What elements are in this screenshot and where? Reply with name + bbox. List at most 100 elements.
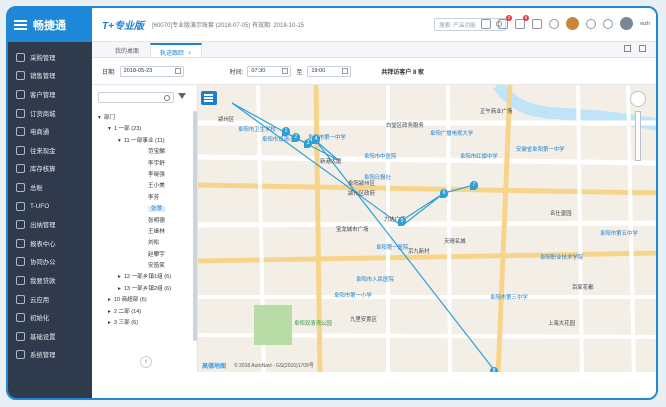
user-avatar[interactable]	[620, 17, 634, 30]
sidebar-item-label: 协同办公	[30, 259, 56, 267]
sidebar-item[interactable]: 云应用	[8, 290, 92, 309]
expand-icon[interactable]: ▸	[118, 274, 121, 280]
sidebar-item-label: 系统管理	[30, 352, 56, 360]
map-list-icon[interactable]	[201, 91, 217, 105]
zoom-slider[interactable]	[635, 111, 641, 161]
visit-marker[interactable]: 2	[292, 133, 300, 142]
tree-node[interactable]: 赵攀宇	[98, 250, 190, 261]
tree-node[interactable]: 李宇舒	[98, 159, 190, 170]
tree-node[interactable]: 张翠	[98, 204, 190, 215]
visit-marker[interactable]: 6	[440, 189, 448, 198]
sidebar-item[interactable]: 往来现金	[8, 141, 92, 160]
date-field[interactable]: 2018-05-23	[119, 65, 184, 77]
module-icon	[16, 220, 25, 230]
sidebar-item[interactable]: 报表中心	[8, 234, 92, 253]
calendar-icon[interactable]	[174, 68, 181, 74]
tab-track[interactable]: 轨迹跟踪 ×	[150, 43, 202, 57]
expand-icon[interactable]: ▾	[108, 126, 111, 132]
sidebar-item[interactable]: 库存核算	[8, 160, 92, 179]
visit-marker[interactable]: 7	[470, 181, 478, 190]
search-icon[interactable]	[164, 95, 170, 101]
clock-icon[interactable]	[342, 68, 349, 74]
sidebar-item[interactable]: 我要贷款	[8, 271, 92, 290]
maximize-icon[interactable]	[624, 45, 631, 52]
time-to-field[interactable]: 19:00	[307, 65, 352, 77]
expand-icon[interactable]: ▸	[108, 320, 111, 326]
module-icon	[16, 275, 25, 285]
tree-node[interactable]: 王小美	[98, 181, 190, 192]
sidebar-item[interactable]: 电商通	[8, 122, 92, 141]
tree-node[interactable]: ▸ 10 商超部 (6)	[98, 295, 190, 306]
tree-node[interactable]: 安笳笑	[98, 261, 190, 272]
tree-node[interactable]: ▾ 1 一部 (23)	[98, 124, 190, 135]
tree-node[interactable]: 李芳	[98, 193, 190, 204]
close-window-icon[interactable]	[639, 45, 646, 52]
user-name[interactable]: wzh	[640, 21, 650, 27]
tree-node[interactable]: ▸ 2 二部 (14)	[98, 307, 190, 318]
sidebar-item[interactable]: 基础设置	[8, 327, 92, 346]
tree-node[interactable]: ▸ 3 三部 (6)	[98, 318, 190, 329]
tree-node[interactable]: 李晓强	[98, 170, 190, 181]
sidebar-item[interactable]: 总账	[8, 178, 92, 197]
expand-icon[interactable]: ▸	[108, 309, 111, 315]
sidebar-item[interactable]: T-UFO	[8, 197, 92, 216]
monkey-avatar-icon[interactable]	[566, 17, 580, 30]
module-icon	[16, 257, 25, 267]
tree-node[interactable]: ▸ 13 一部乡镇2组 (6)	[98, 284, 190, 295]
map-view[interactable]: 颍州区 阜阳市卫生学校 阜阳市双清小学 阜阳市第一中学 白堂区政务服务 阜阳广播电视大学阜…	[198, 85, 656, 372]
expand-icon[interactable]: ▾	[98, 115, 101, 121]
map-poi-label: 上海大花园	[548, 321, 575, 327]
sidebar-item[interactable]: 订货商城	[8, 104, 92, 123]
filter-icon[interactable]	[178, 93, 186, 101]
tab-desktop[interactable]: 我的桌面	[106, 43, 148, 57]
visit-marker[interactable]: 3	[304, 139, 312, 148]
tree-node[interactable]: ▾ 部门	[98, 113, 190, 124]
tree-node[interactable]: 张明德	[98, 216, 190, 227]
sidebar-item-label: 销售管理	[30, 73, 56, 81]
employee-tree-panel: ▾ 部门 ▾ 1 一部 (23) ▾ 11 一部事业 (11) 范宝麟李宇舒 李晓强 王小美 李芳…	[92, 85, 198, 372]
product-logo: T+专业版	[102, 21, 144, 32]
sidebar-item[interactable]: 客户管理	[8, 85, 92, 104]
visit-marker[interactable]: 5	[398, 217, 406, 226]
tree-scrollbar[interactable]	[193, 111, 197, 341]
tree-node[interactable]: ▸ 12 一部乡镇1组 (6)	[98, 272, 190, 283]
clock-icon[interactable]	[282, 68, 289, 74]
topbar: T+专业版 [60070]专业版演示账套 (2018-07-05) 有效期: 2…	[92, 8, 656, 42]
sidebar-item-label: 总账	[30, 184, 43, 192]
tree-node-label: 张明德	[148, 217, 165, 224]
power-icon[interactable]	[603, 18, 614, 29]
compass-icon[interactable]	[630, 91, 646, 107]
help-icon[interactable]	[586, 18, 597, 29]
module-icon	[16, 350, 25, 360]
time-from-field[interactable]: 07:30	[247, 65, 292, 77]
call-icon[interactable]	[549, 18, 560, 29]
close-icon[interactable]: ×	[188, 51, 192, 57]
sidebar-item[interactable]: 系统管理	[8, 346, 92, 365]
sidebar-item[interactable]: 销售管理	[8, 67, 92, 86]
tree-node-label: 范宝麟	[148, 149, 165, 156]
collapse-panel-button[interactable]: ‹	[140, 356, 152, 368]
tree-node[interactable]: 范宝麟	[98, 147, 190, 158]
phone-icon[interactable]	[481, 18, 492, 29]
visit-marker[interactable]: 4	[312, 135, 320, 144]
map-poi-label: 名仕皇园	[550, 211, 572, 217]
expand-icon[interactable]: ▸	[108, 297, 111, 303]
sidebar-item[interactable]: 初始化	[8, 308, 92, 327]
expand-icon[interactable]: ▾	[118, 138, 121, 144]
tree-node[interactable]: 王继林	[98, 227, 190, 238]
sidebar-item[interactable]: 协同办公	[8, 253, 92, 272]
menu-icon[interactable]	[14, 20, 27, 30]
tree-node[interactable]: ▾ 11 一部事业 (11)	[98, 136, 190, 147]
todo-icon[interactable]	[532, 18, 543, 29]
visit-marker[interactable]: 1	[282, 127, 290, 136]
map-poi-label: 阜阳双清湾公园	[294, 321, 332, 327]
tree-node[interactable]: 刘松	[98, 238, 190, 249]
notification-icon[interactable]: 6	[515, 14, 530, 29]
sidebar-item[interactable]: 出纳管理	[8, 215, 92, 234]
tree-node-label: 安笳笑	[148, 263, 165, 270]
message-icon[interactable]: 2	[498, 14, 513, 29]
sidebar-item[interactable]: 采购管理	[8, 48, 92, 67]
tree-search-input[interactable]	[98, 92, 174, 103]
expand-icon[interactable]: ▸	[118, 286, 121, 292]
filter-bar: 日期: 2018-05-23 时间: 07:30 至 19:00 共拜访客户 8…	[92, 58, 656, 85]
